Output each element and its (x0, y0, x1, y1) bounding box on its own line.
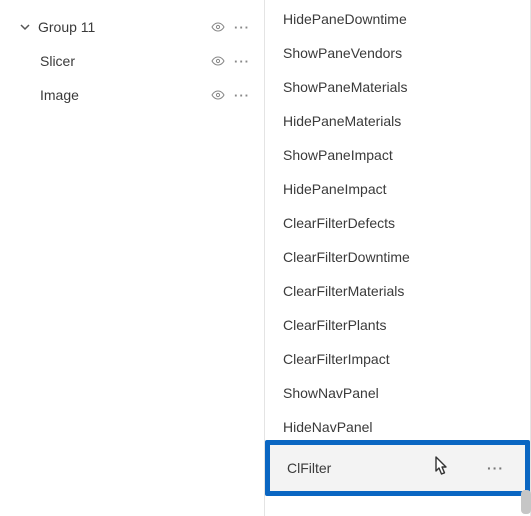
visibility-icon[interactable] (210, 53, 226, 69)
more-icon[interactable]: ··· (487, 460, 504, 476)
list-item-label: ClearFilterDefects (283, 215, 395, 231)
list-item-label: ClearFilterMaterials (283, 283, 404, 299)
list-item[interactable]: ClearFilterImpact (265, 342, 530, 376)
list-item-label: ShowNavPanel (283, 385, 379, 401)
list-item-label: HidePaneMaterials (283, 113, 401, 129)
list-item-label: HidePaneImpact (283, 181, 387, 197)
list-item[interactable]: HideNavPanel (265, 410, 530, 444)
visibility-icon[interactable] (210, 87, 226, 103)
list-item[interactable]: HidePaneMaterials (265, 104, 530, 138)
list-item-label: ClearFilterDowntime (283, 249, 410, 265)
list-item-label: ShowPaneVendors (283, 45, 402, 61)
selection-tree: Group 11 ··· Slicer ··· Image (0, 0, 265, 516)
list-item[interactable]: ShowNavPanel (265, 376, 530, 410)
tree-item-image[interactable]: Image ··· (12, 78, 256, 112)
more-icon[interactable]: ··· (232, 54, 252, 69)
list-item[interactable]: HidePaneDowntime (265, 2, 530, 36)
list-item-label: HideNavPanel (283, 419, 373, 435)
list-item[interactable]: ClearFilterDefects (265, 206, 530, 240)
tree-item-label: Slicer (16, 53, 210, 69)
more-icon[interactable]: ··· (232, 20, 252, 35)
tree-group-label: Group 11 (34, 19, 210, 35)
list-item[interactable]: ShowPaneVendors (265, 36, 530, 70)
tree-group[interactable]: Group 11 ··· (12, 10, 256, 44)
list-item-label: ClFilter (287, 460, 331, 476)
list-item[interactable]: ClearFilterPlants (265, 308, 530, 342)
chevron-down-icon (16, 21, 34, 33)
list-item[interactable]: HidePaneImpact (265, 172, 530, 206)
tree-item-slicer[interactable]: Slicer ··· (12, 44, 256, 78)
list-item-label: HidePaneDowntime (283, 11, 407, 27)
bookmarks-list: HidePaneDowntime ShowPaneVendors ShowPan… (265, 0, 531, 516)
list-item-label: ClearFilterPlants (283, 317, 386, 333)
list-item-label: ClearFilterImpact (283, 351, 390, 367)
more-icon[interactable]: ··· (232, 88, 252, 103)
scrollbar-thumb[interactable] (521, 490, 531, 514)
list-item[interactable]: ShowPaneImpact (265, 138, 530, 172)
list-item[interactable]: ShowPaneMaterials (265, 70, 530, 104)
list-item[interactable]: ClearFilterMaterials (265, 274, 530, 308)
list-item-selected[interactable]: ClFilter ··· (269, 444, 526, 492)
tree-item-label: Image (16, 87, 210, 103)
list-item-label: ShowPaneMaterials (283, 79, 408, 95)
pointer-cursor-icon (427, 454, 453, 487)
list-item[interactable]: ClearFilterDowntime (265, 240, 530, 274)
visibility-icon[interactable] (210, 19, 226, 35)
list-item-label: ShowPaneImpact (283, 147, 393, 163)
selected-bookmark-wrapper: ClFilter ··· (269, 444, 526, 492)
